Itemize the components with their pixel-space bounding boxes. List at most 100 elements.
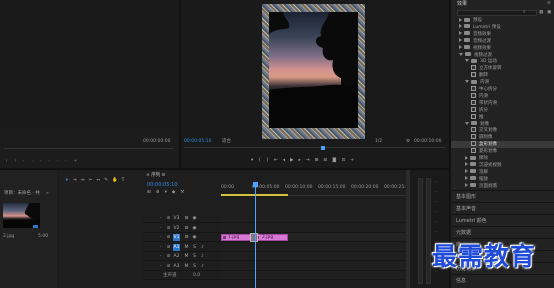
solo-button[interactable]: S	[191, 244, 198, 251]
compare-icon[interactable]: ⊡	[342, 158, 351, 163]
sync-lock-icon[interactable]: ⊘	[165, 234, 172, 241]
microphone-icon[interactable]: ♪	[199, 263, 206, 270]
play-icon[interactable]: ▶	[290, 158, 298, 163]
expand-arrow-icon[interactable]	[459, 24, 462, 29]
video-clip-2[interactable]: 2.jpg	[254, 234, 288, 241]
timeline-playhead-handle[interactable]	[253, 182, 258, 187]
extract-icon[interactable]: ⊟	[323, 158, 332, 163]
track-target-button[interactable]: A1	[173, 243, 180, 251]
collapse-arrow-icon[interactable]	[465, 80, 469, 84]
microphone-icon[interactable]: ♪	[199, 253, 206, 260]
selection-tool-icon[interactable]: ➤	[65, 178, 73, 183]
expand-arrow-icon[interactable]	[465, 155, 468, 160]
program-settings-icon[interactable]: ⚙	[406, 139, 410, 144]
sync-lock-icon[interactable]: ⊘	[165, 244, 172, 251]
expand-arrow-icon[interactable]	[465, 183, 468, 188]
panel-section-tab[interactable]: 基本图形	[452, 190, 554, 202]
track-target-button[interactable]: A3	[173, 263, 180, 270]
source-time-ruler[interactable]	[4, 148, 174, 152]
mark-out-icon[interactable]: ⁞	[14, 159, 22, 164]
lock-icon[interactable]: ⊟	[183, 225, 190, 232]
snap-icon[interactable]: ⋒	[156, 190, 165, 195]
program-fit-select[interactable]: 适合	[222, 139, 231, 144]
track-header[interactable]: · ⊘ V1 ⊟ ◉	[143, 233, 221, 242]
panel-section-tab[interactable]: 信息	[452, 274, 554, 286]
step-forward-icon[interactable]: ▸	[299, 158, 306, 163]
mute-button[interactable]: M	[183, 244, 190, 251]
insert-icon[interactable]: ·	[48, 159, 56, 164]
eye-icon[interactable]: ◉	[191, 225, 198, 232]
lock-icon[interactable]: ⊟	[183, 234, 190, 241]
in-point-icon[interactable]: {	[258, 158, 266, 163]
add-icon[interactable]: +	[74, 159, 85, 164]
project-panel-title[interactable]: 项目：未命名 · 共	[4, 191, 40, 196]
source-patch-button[interactable]: ·	[157, 253, 164, 260]
sync-lock-icon[interactable]: ⊘	[165, 215, 172, 222]
solo-button[interactable]: S	[191, 253, 198, 260]
track-lane[interactable]	[221, 214, 406, 223]
eye-icon[interactable]: ◉	[191, 215, 198, 222]
camera-icon[interactable]: ◙	[332, 158, 341, 163]
source-patch-button[interactable]: ·	[157, 225, 164, 232]
track-header[interactable]: · ⊘ A3 M S ♪	[143, 262, 221, 271]
track-target-button[interactable]: V2	[173, 225, 180, 232]
track-lane[interactable]	[221, 242, 406, 252]
new-bin-icon[interactable]: ▦	[539, 10, 543, 15]
timeline-tab[interactable]: × 序列 ≡	[146, 173, 165, 178]
program-quality-select[interactable]: 1/2	[375, 139, 382, 144]
sync-lock-icon[interactable]: ⊘	[165, 225, 172, 232]
expand-arrow-icon[interactable]	[459, 45, 462, 50]
project-menu-icon[interactable]: »	[46, 191, 49, 196]
source-viewer[interactable]	[0, 0, 179, 135]
add-button-icon[interactable]: +	[350, 158, 359, 163]
lock-icon[interactable]: ⊟	[183, 215, 190, 222]
hand-tool-icon[interactable]: ✋	[112, 178, 122, 183]
sync-lock-icon[interactable]: ⊘	[165, 263, 172, 270]
step-icon[interactable]: ·	[31, 159, 39, 164]
eye-icon[interactable]: ◉	[191, 234, 198, 241]
source-patch-button[interactable]: ·	[157, 263, 164, 270]
effects-panel-title[interactable]: 效果	[457, 1, 467, 7]
effects-menu-icon[interactable]: ≡	[547, 1, 551, 6]
sync-lock-icon[interactable]: ⊘	[165, 253, 172, 260]
collapse-arrow-icon[interactable]	[465, 59, 469, 63]
expand-arrow-icon[interactable]	[465, 169, 468, 174]
track-header[interactable]: 主声道 0.0	[143, 271, 221, 280]
expand-arrow-icon[interactable]	[459, 31, 462, 36]
expand-arrow-icon[interactable]	[459, 38, 462, 43]
master-track-value[interactable]: 0.0	[193, 273, 200, 278]
track-lane[interactable]	[221, 223, 406, 233]
export-frame-icon[interactable]: ·	[65, 159, 73, 164]
track-header[interactable]: · ⊘ V2 ⊟ ◉	[143, 224, 221, 233]
track-header[interactable]: · ⊘ A2 M S ♪	[143, 252, 221, 261]
timeline-timecode[interactable]: 00:00:05:10	[147, 182, 178, 188]
panel-section-tab[interactable]: 基本声音	[452, 202, 554, 214]
step-back-icon[interactable]: ◂	[283, 158, 290, 163]
timeline-playhead[interactable]	[255, 183, 256, 288]
pen-tool-icon[interactable]: ✎	[104, 178, 112, 183]
expand-arrow-icon[interactable]	[465, 162, 468, 167]
expand-arrow-icon[interactable]	[459, 17, 462, 22]
panel-section-tab[interactable]: 元数据	[452, 226, 554, 238]
timeline-settings-icon[interactable]: ⚒	[180, 190, 189, 195]
expand-arrow-icon[interactable]	[465, 176, 468, 181]
out-point-icon[interactable]: }	[266, 158, 274, 163]
program-time-ruler[interactable]	[184, 147, 446, 152]
linked-selection-icon[interactable]: ▾	[165, 190, 172, 195]
source-patch-button[interactable]: ·	[157, 244, 164, 251]
effects-item[interactable]: 页面剥落	[465, 183, 497, 190]
track-lane[interactable]	[221, 271, 406, 280]
collapse-arrow-icon[interactable]	[465, 121, 469, 125]
track-target-button[interactable]: V3	[173, 215, 180, 222]
program-viewer[interactable]	[181, 0, 449, 139]
track-lane[interactable]	[221, 261, 406, 271]
collapse-arrow-icon[interactable]	[459, 52, 463, 56]
program-timecode-left[interactable]: 00:00:05:10	[184, 139, 211, 144]
track-header[interactable]: · ⊘ A1 M S ♪	[143, 243, 221, 252]
nest-icon[interactable]: ⊞	[147, 190, 156, 195]
mute-button[interactable]: M	[183, 253, 190, 260]
source-patch-button[interactable]: ·	[157, 215, 164, 222]
track-select-tool-icon[interactable]: ⇥	[73, 178, 81, 183]
source-patch-button[interactable]: ·	[157, 234, 164, 241]
transition-marker[interactable]	[250, 233, 258, 242]
